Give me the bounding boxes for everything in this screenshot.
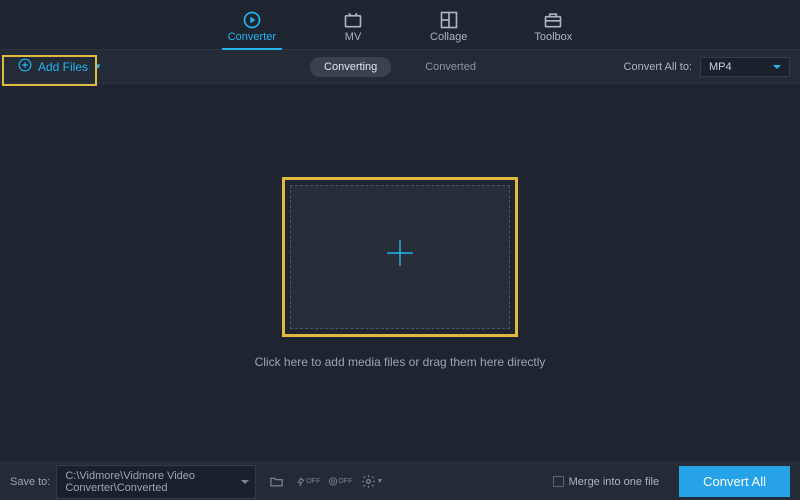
add-files-button[interactable]: Add Files ▼ [10, 52, 110, 81]
tab-toolbox[interactable]: Toolbox [528, 0, 578, 49]
chevron-down-icon: ▼ [94, 62, 102, 71]
high-speed-button[interactable]: OFF [328, 471, 352, 493]
toolbox-icon [543, 10, 563, 30]
open-folder-button[interactable] [264, 471, 288, 493]
output-format-select[interactable]: MP4 [700, 57, 790, 77]
tab-label: Toolbox [534, 31, 572, 43]
save-path-value: C:\Vidmore\Vidmore Video Converter\Conve… [65, 470, 195, 494]
save-to-label: Save to: [10, 476, 50, 488]
drop-hint-text: Click here to add media files or drag th… [255, 355, 546, 369]
tab-label: Collage [430, 31, 467, 43]
converter-icon [242, 10, 262, 30]
save-path-select[interactable]: C:\Vidmore\Vidmore Video Converter\Conve… [56, 465, 256, 499]
highlight-dropzone [282, 177, 518, 337]
collage-icon [439, 10, 459, 30]
sub-bar: Add Files ▼ Converting Converted Convert… [0, 50, 800, 84]
merge-checkbox[interactable]: Merge into one file [553, 476, 660, 488]
add-media-dropzone[interactable] [290, 185, 510, 329]
gpu-accel-button[interactable]: OFF [296, 471, 320, 493]
tab-collage[interactable]: Collage [424, 0, 473, 49]
plus-circle-icon [18, 58, 32, 75]
convert-all-to: Convert All to: MP4 [624, 57, 790, 77]
tab-converted[interactable]: Converted [411, 57, 490, 77]
mv-icon [343, 10, 363, 30]
add-files-label: Add Files [38, 60, 88, 74]
tab-converting[interactable]: Converting [310, 57, 391, 77]
plus-icon [383, 236, 417, 278]
convert-all-button[interactable]: Convert All [679, 466, 790, 497]
status-tabs: Converting Converted [310, 57, 490, 77]
top-nav: Converter MV Collage Toolbox [0, 0, 800, 50]
main-area: Click here to add media files or drag th… [0, 84, 800, 462]
merge-label: Merge into one file [569, 476, 660, 488]
settings-button[interactable]: ▼ [360, 471, 384, 493]
tab-mv[interactable]: MV [337, 0, 369, 49]
convert-all-to-label: Convert All to: [624, 61, 692, 73]
save-to-group: Save to: C:\Vidmore\Vidmore Video Conver… [10, 465, 256, 499]
tab-converter[interactable]: Converter [222, 0, 282, 49]
checkbox-icon [553, 476, 564, 487]
bottom-bar: Save to: C:\Vidmore\Vidmore Video Conver… [0, 462, 800, 500]
tab-label: MV [345, 31, 362, 43]
format-value: MP4 [709, 61, 732, 73]
tab-label: Converter [228, 31, 276, 43]
